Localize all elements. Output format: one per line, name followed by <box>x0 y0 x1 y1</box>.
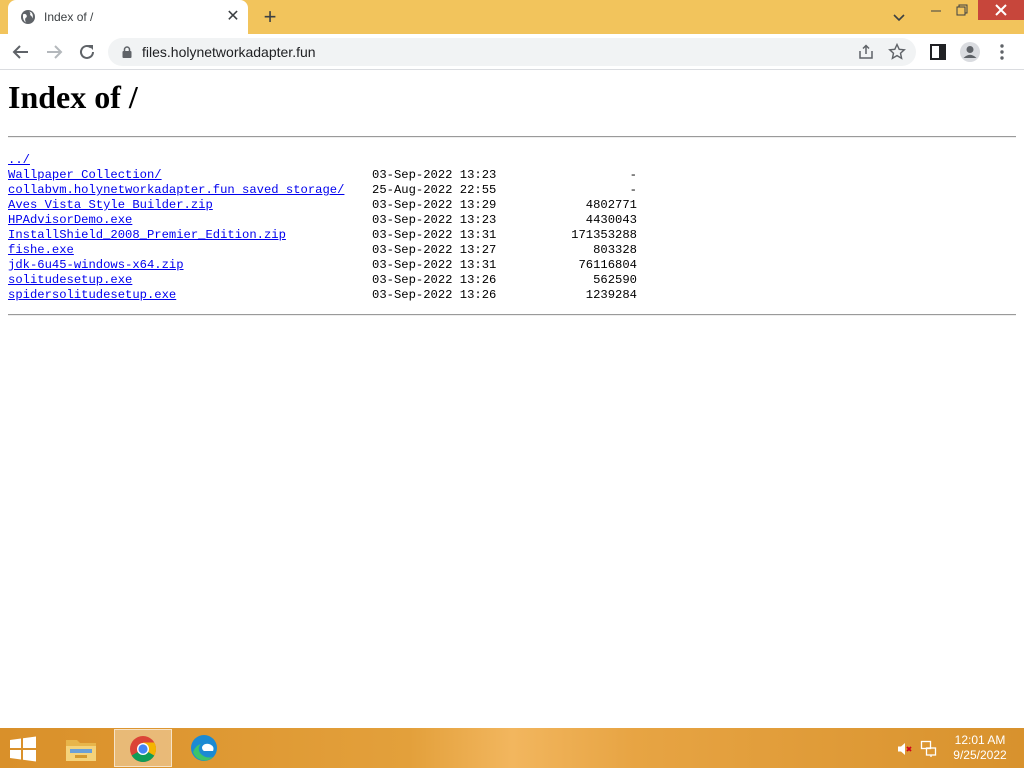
star-icon[interactable] <box>887 42 907 62</box>
edge-taskbar-button[interactable] <box>176 729 234 767</box>
file-entry-size: - <box>629 168 637 182</box>
tab-strip: Index of / ✕ + <box>0 0 1024 34</box>
reload-icon[interactable] <box>75 40 99 64</box>
page-title: Index of / <box>8 79 138 115</box>
kebab-menu-icon[interactable] <box>990 40 1014 64</box>
network-icon[interactable] <box>920 740 938 758</box>
file-entry-size: 1239284 <box>585 288 637 302</box>
file-entry-size: 803328 <box>593 243 637 257</box>
file-entry-row: spidersolitudesetup.exe 03-Sep-2022 13:26… <box>8 288 648 303</box>
parent-directory-row: ../ <box>8 153 648 168</box>
divider <box>8 136 1016 138</box>
file-entry-date: 25-Aug-2022 22:55 <box>372 183 497 197</box>
profile-icon[interactable] <box>958 40 982 64</box>
file-entry-row: InstallShield_2008_Premier_Edition.zip 03… <box>8 228 648 243</box>
file-entry-link[interactable]: Wallpaper Collection/ <box>8 168 162 183</box>
file-entry-link[interactable]: collabvm.holynetworkadapter.fun saved st… <box>8 183 344 198</box>
file-entry-size: 171353288 <box>571 228 637 242</box>
file-entry-row: collabvm.holynetworkadapter.fun saved st… <box>8 183 648 198</box>
file-explorer-taskbar-button[interactable] <box>52 729 110 767</box>
close-icon[interactable] <box>978 0 1024 20</box>
file-listing: ../ Wallpaper Collection/03-Sep-2022 13:… <box>8 153 648 303</box>
close-icon[interactable]: ✕ <box>224 8 242 26</box>
side-panel-icon[interactable] <box>926 40 950 64</box>
taskbar: 12:01 AM 9/25/2022 <box>0 728 1024 768</box>
share-icon[interactable] <box>856 42 876 62</box>
file-entry-link[interactable]: HPAdvisorDemo.exe <box>8 213 132 228</box>
file-entry-size: 76116804 <box>578 258 637 272</box>
file-entry-date: 03-Sep-2022 13:29 <box>372 198 497 212</box>
clock-time: 12:01 AM <box>954 733 1006 747</box>
file-entry-date: 03-Sep-2022 13:27 <box>372 243 497 257</box>
file-entry-row: Wallpaper Collection/03-Sep-2022 13:23 - <box>8 168 648 183</box>
page-content: Index of / ../ Wallpaper Collection/03-S… <box>0 71 1024 728</box>
clock-date: 9/25/2022 <box>953 748 1007 762</box>
divider <box>8 314 1016 316</box>
chevron-down-icon[interactable] <box>888 6 910 28</box>
file-entry-date: 03-Sep-2022 13:23 <box>372 213 497 227</box>
forward-arrow-icon[interactable] <box>42 40 66 64</box>
browser-tab[interactable]: Index of / ✕ <box>8 0 248 34</box>
minimize-icon[interactable] <box>928 0 944 22</box>
chrome-icon <box>130 736 157 763</box>
file-entry-date: 03-Sep-2022 13:26 <box>372 288 497 302</box>
plus-icon[interactable]: + <box>258 5 282 29</box>
volume-muted-icon[interactable] <box>896 740 914 758</box>
file-entry-link[interactable]: spidersolitudesetup.exe <box>8 288 176 303</box>
url-text[interactable]: files.holynetworkadapter.fun <box>142 44 316 60</box>
file-entry-size: 4802771 <box>585 198 637 212</box>
file-entry-link[interactable]: fishe.exe <box>8 243 74 258</box>
restore-icon[interactable] <box>950 0 972 22</box>
file-entry-row: fishe.exe 03-Sep-2022 13:27 803328 <box>8 243 648 258</box>
file-entry-date: 03-Sep-2022 13:26 <box>372 273 497 287</box>
file-entry-row: solitudesetup.exe 03-Sep-2022 13:26 562590 <box>8 273 648 288</box>
browser-toolbar: files.holynetworkadapter.fun <box>0 34 1024 70</box>
file-entry-link[interactable]: Aves Vista Style Builder.zip <box>8 198 213 213</box>
file-entry-link[interactable]: InstallShield_2008_Premier_Edition.zip <box>8 228 286 243</box>
file-entry-date: 03-Sep-2022 13:31 <box>372 228 497 242</box>
file-entry-size: 562590 <box>593 273 637 287</box>
edge-icon <box>191 735 217 761</box>
chrome-taskbar-button[interactable] <box>114 729 172 767</box>
back-arrow-icon[interactable] <box>9 40 33 64</box>
file-entry-row: HPAdvisorDemo.exe 03-Sep-2022 13:23 443004… <box>8 213 648 228</box>
system-clock[interactable]: 12:01 AM 9/25/2022 <box>946 733 1014 763</box>
globe-icon <box>21 10 35 24</box>
windows-logo-icon[interactable] <box>8 736 38 762</box>
tab-title: Index of / <box>44 10 94 24</box>
file-entry-row: jdk-6u45-windows-x64.zip 03-Sep-2022 13:3… <box>8 258 648 273</box>
file-entry-link[interactable]: jdk-6u45-windows-x64.zip <box>8 258 184 273</box>
parent-directory-link[interactable]: ../ <box>8 153 30 168</box>
folder-icon <box>66 740 96 761</box>
file-entry-date: 03-Sep-2022 13:23 <box>372 168 497 182</box>
address-bar[interactable]: files.holynetworkadapter.fun <box>108 38 916 66</box>
file-entry-size: 4430043 <box>585 213 637 227</box>
file-entry-date: 03-Sep-2022 13:31 <box>372 258 497 272</box>
file-entry-row: Aves Vista Style Builder.zip 03-Sep-2022 … <box>8 198 648 213</box>
file-entry-link[interactable]: solitudesetup.exe <box>8 273 132 288</box>
file-entry-size: - <box>629 183 637 197</box>
lock-icon[interactable] <box>120 45 134 59</box>
